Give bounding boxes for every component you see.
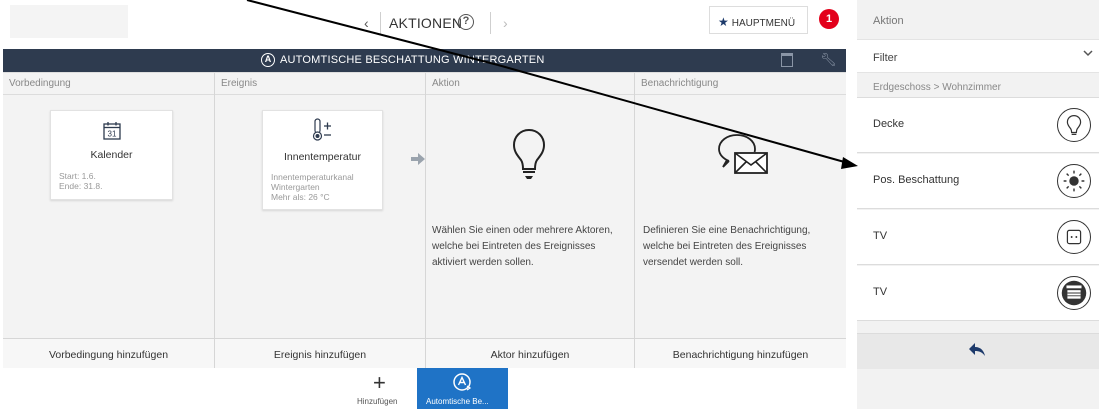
filter-label: Filter: [873, 52, 898, 64]
add-event-button[interactable]: Ereignis hinzufügen: [215, 338, 425, 369]
automation-icon: [453, 373, 472, 391]
breadcrumb: Erdgeschoss > Wohnzimmer: [857, 76, 1099, 98]
back-arrow-icon[interactable]: [968, 342, 986, 358]
notification-description-line: Definieren Sie eine Benachrichtigung,: [643, 225, 811, 236]
action-description-line: Wählen Sie einen oder mehrere Aktoren,: [432, 225, 613, 236]
chevron-down-icon: [1083, 50, 1093, 57]
help-icon[interactable]: ?: [458, 14, 474, 30]
calendar-card-end: Ende: 31.8.: [59, 181, 103, 191]
main-menu-label: HAUPTMENÜ: [731, 18, 796, 29]
action-description: Wählen Sie einen oder mehrere Aktoren, w…: [432, 223, 613, 271]
nav-divider: [490, 12, 491, 34]
temperature-card-channel: Innentemperaturkanal: [271, 172, 354, 182]
device-label: TV: [873, 230, 888, 242]
calendar-card-title: Kalender: [90, 149, 133, 161]
message-envelope-icon: [718, 134, 768, 174]
forward-nav-button[interactable]: ›: [503, 15, 508, 31]
device-row-tv-blind[interactable]: TV: [857, 266, 1099, 321]
automation-title-bar: A AUTOMTISCHE BESCHATTUNG WINTERGARTEN 🔧…: [3, 49, 846, 72]
add-tab-label[interactable]: Hinzufügen: [357, 397, 397, 406]
notification-badge[interactable]: 1: [819, 9, 839, 29]
device-label: TV: [873, 286, 888, 298]
temperature-card-room: Wintergarten: [271, 182, 320, 192]
active-automation-tab[interactable]: Automtische Be...: [417, 368, 508, 409]
temperature-card[interactable]: Innentemperatur Innentemperaturkanal Win…: [262, 110, 383, 210]
automation-columns: Vorbedingung 31 Kalender Start: 1.6. End…: [3, 72, 846, 369]
main-menu-button[interactable]: ★ HAUPTMENÜ: [709, 6, 808, 34]
trash-icon[interactable]: [781, 53, 793, 67]
event-column: Ereignis Innentemperatur Innentemperatur…: [215, 73, 426, 369]
star-icon: ★: [718, 15, 729, 29]
blind-icon: [1057, 276, 1091, 310]
temperature-card-title: Innentemperatur: [283, 151, 362, 163]
device-label: Decke: [873, 118, 905, 130]
precondition-column: Vorbedingung 31 Kalender Start: 1.6. End…: [3, 73, 215, 369]
automation-title: AUTOMTISCHE BESCHATTUNG WINTERGARTEN: [280, 54, 545, 66]
notification-description: Definieren Sie eine Benachrichtigung, we…: [643, 223, 810, 271]
wrench-icon[interactable]: 🔧︎: [820, 52, 837, 68]
action-description-line: welche bei Eintreten des Ereignisses: [432, 241, 596, 252]
calendar-icon: 31: [103, 122, 121, 140]
device-label: Pos. Beschattung: [873, 174, 960, 186]
notification-column: Benachrichtigung Definieren Sie eine Ben…: [635, 73, 846, 369]
action-description-line: aktiviert werden sollen.: [432, 257, 534, 268]
add-notification-button[interactable]: Benachrichtigung hinzufügen: [635, 338, 846, 369]
back-nav-button[interactable]: ‹: [364, 15, 369, 31]
panel-title: Aktion: [873, 15, 904, 27]
plus-icon[interactable]: +: [373, 370, 386, 396]
temperature-card-threshold: Mehr als: 26 °C: [271, 192, 330, 202]
filter-dropdown[interactable]: Filter: [857, 39, 1099, 73]
device-row-decke[interactable]: Decke: [857, 98, 1099, 153]
event-header: Ereignis: [215, 73, 425, 95]
page-title: AKTIONEN: [389, 15, 463, 31]
calendar-icon-day: 31: [108, 130, 117, 139]
notification-description-line: versendet werden soll.: [643, 257, 744, 268]
sun-icon: [1057, 164, 1091, 198]
light-bulb-icon: [512, 128, 546, 179]
actions-app: ‹ AKTIONEN ? › ★ HAUPTMENÜ 1 A AUTOMTISCH…: [0, 0, 846, 409]
add-precondition-button[interactable]: Vorbedingung hinzufügen: [3, 338, 214, 369]
top-bar: ‹ AKTIONEN ? › ★ HAUPTMENÜ 1: [0, 0, 846, 45]
calendar-card-start: Start: 1.6.: [59, 171, 96, 181]
action-side-panel: Aktion Filter Erdgeschoss > Wohnzimmer D…: [857, 0, 1099, 409]
screenshot-stage: ‹ AKTIONEN ? › ★ HAUPTMENÜ 1 A AUTOMTISCH…: [0, 0, 1099, 409]
calendar-card[interactable]: 31 Kalender Start: 1.6. Ende: 31.8.: [50, 110, 173, 200]
notification-header: Benachrichtigung: [635, 73, 846, 95]
arrow-right-icon: [411, 153, 425, 165]
device-row-tv-socket[interactable]: TV: [857, 210, 1099, 265]
notification-description-line: welche bei Eintreten des Ereignisses: [643, 241, 807, 252]
logo-placeholder: [10, 5, 128, 38]
device-row-shading[interactable]: Pos. Beschattung: [857, 154, 1099, 209]
precondition-header: Vorbedingung: [3, 73, 214, 95]
action-column: Aktion Wählen Sie einen oder mehrere Akt…: [426, 73, 635, 369]
add-actuator-button[interactable]: Aktor hinzufügen: [426, 338, 634, 369]
thermometer-icon: [312, 118, 331, 141]
automation-icon: A: [261, 53, 275, 67]
panel-footer: [857, 333, 1099, 369]
action-header: Aktion: [426, 73, 634, 95]
light-bulb-icon: [1057, 108, 1091, 142]
socket-icon: [1057, 220, 1091, 254]
bottom-bar: + Hinzufügen Automtische Be...: [0, 368, 846, 409]
active-tab-label: Automtische Be...: [426, 397, 489, 406]
nav-divider: [380, 12, 381, 34]
